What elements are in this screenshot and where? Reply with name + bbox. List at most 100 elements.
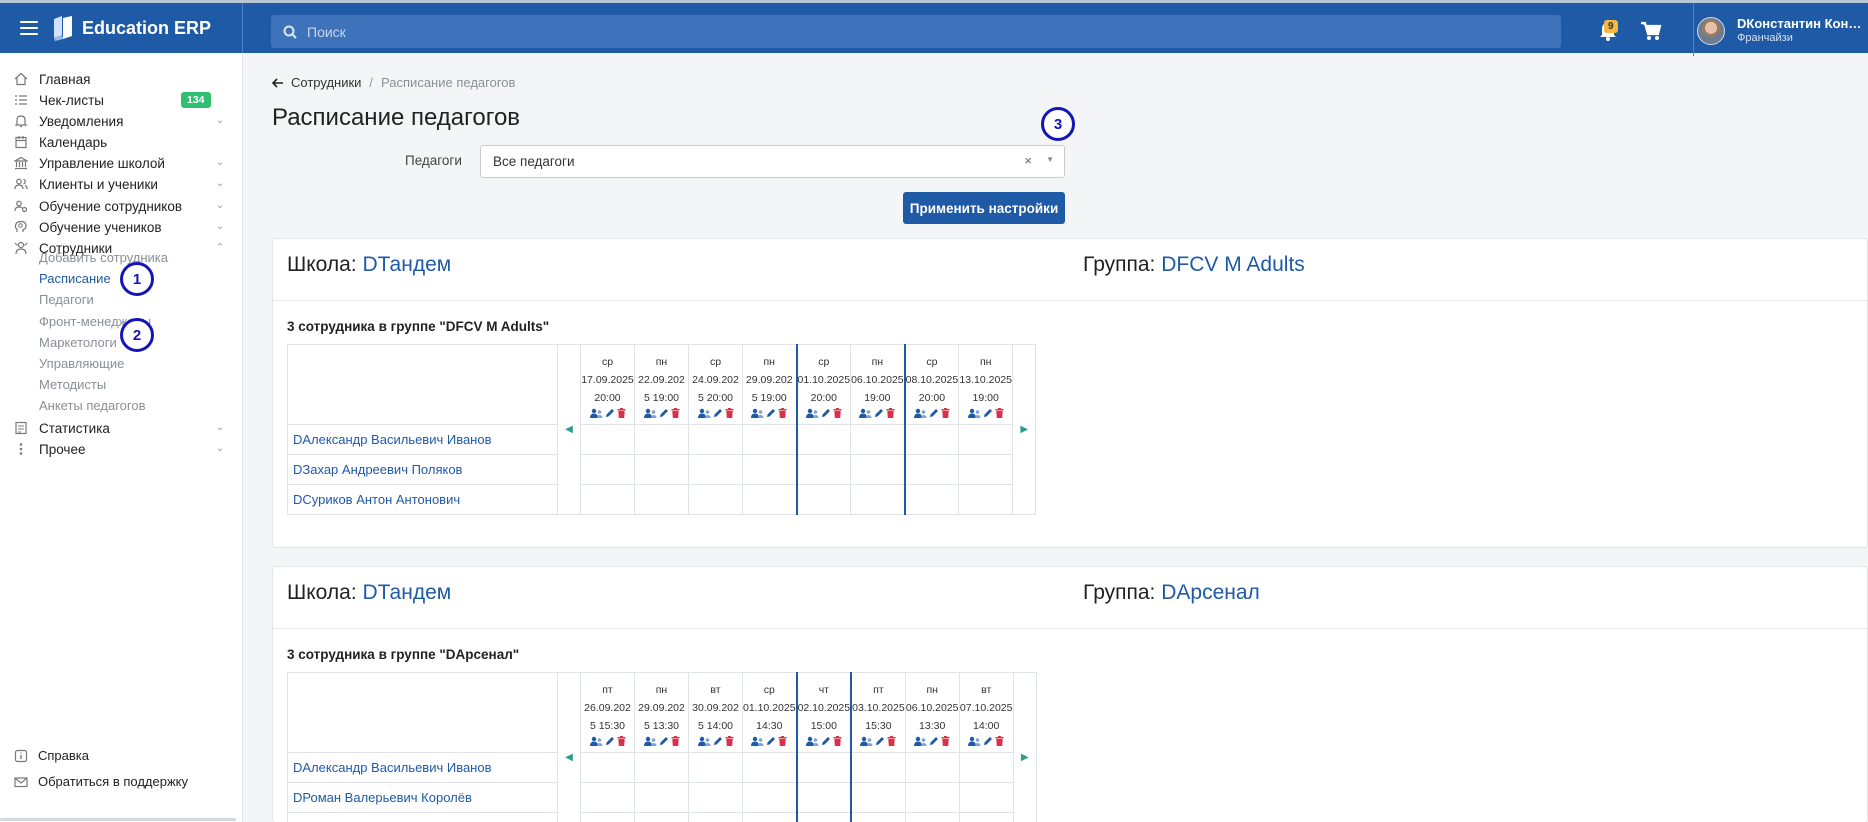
users-icon[interactable] [751,736,764,746]
users-icon[interactable] [968,736,981,746]
schedule-cell[interactable] [688,812,743,822]
schedule-cell[interactable] [904,812,960,822]
schedule-cell[interactable] [580,752,635,783]
sidebar-item-staff-training[interactable]: Обучение сотрудников ⌄ [14,195,224,217]
schedule-cell[interactable] [850,424,906,455]
users-icon[interactable] [859,408,872,418]
teacher-name-link[interactable] [287,812,558,822]
sidebar-item-checklists[interactable]: Чек-листы 134 [14,89,224,111]
schedule-cell[interactable] [850,454,906,485]
logo-icon[interactable] [52,15,74,41]
sidebar-item-notifications[interactable]: Уведомления ⌄ [14,110,224,132]
arrow-left-icon[interactable]: ◀ [565,752,573,763]
pencil-icon[interactable] [659,408,669,418]
arrow-right-icon[interactable]: ▶ [1021,752,1029,763]
teacher-name-link[interactable]: DРоман Валерьевич Королёв [287,782,558,813]
pencil-icon[interactable] [929,408,939,418]
pencil-icon[interactable] [983,408,993,418]
schedule-cell[interactable] [958,424,1014,455]
pencil-icon[interactable] [766,408,776,418]
users-icon[interactable] [805,736,819,746]
user-name[interactable]: DКонстантин Кон… [1737,16,1861,31]
schedule-cell[interactable] [688,424,743,455]
users-icon[interactable] [643,736,657,746]
schedule-cell[interactable] [850,484,906,515]
schedule-cell[interactable] [580,782,635,813]
teacher-name-link[interactable]: DАлександр Васильевич Иванов [287,424,558,455]
hamburger-menu-icon[interactable] [20,21,38,35]
trash-icon[interactable] [778,736,787,746]
schedule-cell[interactable] [580,424,635,455]
subitem-teacher-forms[interactable]: Анкеты педагогов [39,398,145,413]
trash-icon[interactable] [617,408,626,418]
search-input[interactable] [307,23,1507,40]
schedule-cell[interactable] [634,752,689,783]
subitem-marketers[interactable]: Маркетологи [39,335,117,350]
teacher-name-link[interactable]: DАлександр Васильевич Иванов [287,752,558,783]
school-name[interactable]: DТандем [363,581,452,604]
trash-icon[interactable] [725,736,734,746]
schedule-cell[interactable] [958,454,1014,485]
trash-icon[interactable] [671,736,680,746]
pencil-icon[interactable] [605,736,615,746]
schedule-cell[interactable] [904,752,960,783]
users-icon[interactable] [914,736,927,746]
pencil-icon[interactable] [821,408,831,418]
sidebar-item-clients[interactable]: Клиенты и ученики ⌄ [14,173,224,195]
sidebar-item-statistics[interactable]: Статистика ⌄ [14,417,224,439]
schedule-cell[interactable] [850,782,906,813]
schedule-cell[interactable] [688,782,743,813]
pencil-icon[interactable] [713,408,723,418]
users-icon[interactable] [751,408,764,418]
schedule-cell[interactable] [958,484,1014,515]
users-icon[interactable] [967,408,981,418]
next-dates-button[interactable]: ▶ [1012,672,1037,822]
schedule-cell[interactable] [688,484,743,515]
trash-icon[interactable] [995,408,1004,418]
users-icon[interactable] [643,408,657,418]
schedule-cell[interactable] [688,454,743,485]
sidebar-item-other[interactable]: Прочее ⌄ [14,438,224,460]
pencil-icon[interactable] [605,408,615,418]
schedule-cell[interactable] [795,424,852,455]
schedule-cell[interactable] [634,812,689,822]
arrow-left-icon[interactable] [272,77,284,88]
schedule-cell[interactable] [903,484,960,515]
help-link[interactable]: Справка [14,748,89,763]
schedule-cell[interactable] [741,782,798,813]
schedule-cell[interactable] [580,812,635,822]
group-name[interactable]: DАрсенал [1161,581,1260,604]
sidebar-item-calendar[interactable]: Календарь [14,131,224,153]
users-icon[interactable] [860,736,873,746]
schedule-cell[interactable] [634,454,689,485]
trash-icon[interactable] [833,408,842,418]
schedule-cell[interactable] [903,424,960,455]
trash-icon[interactable] [833,736,842,746]
sidebar-scrollbar[interactable] [0,818,236,821]
clear-icon[interactable]: × [1024,153,1032,168]
pencil-icon[interactable] [766,736,776,746]
schedule-cell[interactable] [634,424,689,455]
schedule-cell[interactable] [958,782,1014,813]
teachers-select[interactable]: Все педагоги × ▼ [480,145,1065,178]
trash-icon[interactable] [887,736,896,746]
users-icon[interactable] [589,736,603,746]
subitem-teachers[interactable]: Педагоги [39,292,94,307]
schedule-cell[interactable] [580,484,635,515]
schedule-cell[interactable] [742,424,797,455]
trash-icon[interactable] [941,408,950,418]
school-name[interactable]: DТандем [363,253,452,276]
pencil-icon[interactable] [983,736,993,746]
pencil-icon[interactable] [821,736,831,746]
apply-settings-button[interactable]: Применить настройки [903,192,1065,224]
schedule-cell[interactable] [634,484,689,515]
sidebar-item-school-management[interactable]: Управление школой ⌄ [14,152,224,174]
schedule-cell[interactable] [850,812,906,822]
schedule-cell[interactable] [742,454,797,485]
trash-icon[interactable] [725,408,734,418]
support-link[interactable]: Обратиться в поддержку [14,774,188,789]
trash-icon[interactable] [671,408,680,418]
schedule-cell[interactable] [795,484,852,515]
schedule-cell[interactable] [795,782,852,813]
prev-dates-button[interactable]: ◀ [557,344,581,515]
